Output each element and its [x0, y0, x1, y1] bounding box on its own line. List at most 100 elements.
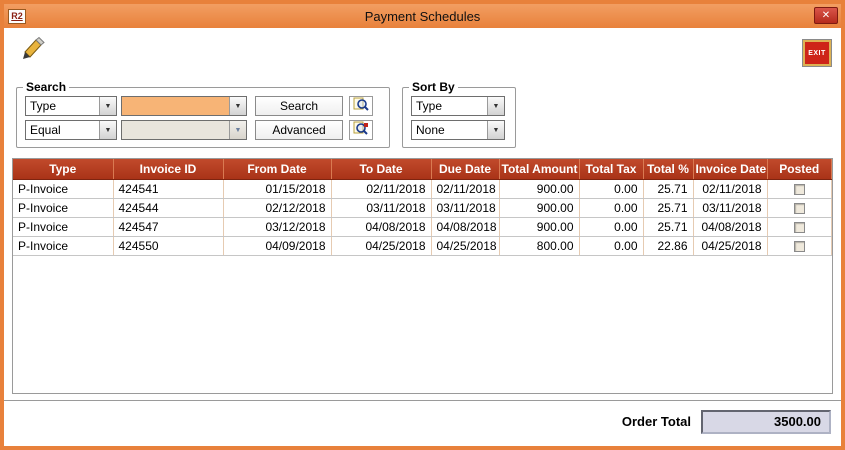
cell-posted	[767, 217, 832, 236]
cell-total_tax: 0.00	[579, 217, 643, 236]
cell-total_amount: 800.00	[499, 236, 579, 255]
cell-type: P-Invoice	[13, 198, 113, 217]
chevron-down-icon[interactable]: ▼	[99, 121, 116, 139]
search-operator-combobox[interactable]: Equal ▼	[25, 120, 117, 140]
cell-from_date: 01/15/2018	[223, 179, 331, 198]
column-header-type[interactable]: Type	[13, 159, 113, 179]
cell-due_date: 03/11/2018	[431, 198, 499, 217]
column-header-to_date[interactable]: To Date	[331, 159, 431, 179]
magnifier-icon	[353, 97, 369, 116]
column-header-total_pct[interactable]: Total %	[643, 159, 693, 179]
chevron-down-icon[interactable]: ▼	[229, 97, 246, 115]
cell-to_date: 02/11/2018	[331, 179, 431, 198]
search-groupbox: Search Type ▼ ▼ Search Equal ▼	[16, 80, 390, 148]
invoice-grid: TypeInvoice IDFrom DateTo DateDue DateTo…	[12, 158, 833, 394]
cell-to_date: 04/08/2018	[331, 217, 431, 236]
table-row[interactable]: P-Invoice42454101/15/201802/11/201802/11…	[13, 179, 832, 198]
cell-due_date: 04/25/2018	[431, 236, 499, 255]
chevron-down-icon[interactable]: ▼	[487, 97, 504, 115]
column-header-total_amount[interactable]: Total Amount	[499, 159, 579, 179]
search-operator-value-text	[122, 121, 229, 139]
invoice-table-body: P-Invoice42454101/15/201802/11/201802/11…	[13, 179, 832, 255]
search-operator-value-combobox: ▼	[121, 120, 247, 140]
cell-total_amount: 900.00	[499, 217, 579, 236]
search-button[interactable]: Search	[255, 96, 343, 116]
cell-invoice_date: 04/08/2018	[693, 217, 767, 236]
sort-primary-combobox[interactable]: Type ▼	[411, 96, 505, 116]
column-header-invoice_date[interactable]: Invoice Date	[693, 159, 767, 179]
column-header-posted[interactable]: Posted	[767, 159, 832, 179]
posted-checkbox[interactable]	[794, 222, 805, 233]
invoice-table: TypeInvoice IDFrom DateTo DateDue DateTo…	[13, 159, 832, 256]
cell-posted	[767, 236, 832, 255]
cell-type: P-Invoice	[13, 217, 113, 236]
cell-total_amount: 900.00	[499, 198, 579, 217]
advanced-magnifier-icon	[353, 121, 369, 140]
cell-invoice_id: 424547	[113, 217, 223, 236]
column-header-total_tax[interactable]: Total Tax	[579, 159, 643, 179]
column-header-due_date[interactable]: Due Date	[431, 159, 499, 179]
footer-bar: Order Total 3500.00	[4, 400, 841, 446]
cell-to_date: 03/11/2018	[331, 198, 431, 217]
cell-total_amount: 900.00	[499, 179, 579, 198]
posted-checkbox[interactable]	[794, 184, 805, 195]
search-operator-value: Equal	[26, 121, 99, 139]
advanced-button[interactable]: Advanced	[255, 120, 343, 140]
posted-checkbox[interactable]	[794, 203, 805, 214]
sortby-groupbox: Sort By Type ▼ None ▼	[402, 80, 516, 148]
window-title: Payment Schedules	[4, 9, 841, 24]
pencil-icon	[18, 48, 46, 63]
cell-from_date: 03/12/2018	[223, 217, 331, 236]
posted-checkbox[interactable]	[794, 241, 805, 252]
cell-total_pct: 25.71	[643, 179, 693, 198]
table-row[interactable]: P-Invoice42454703/12/201804/08/201804/08…	[13, 217, 832, 236]
advanced-lookup-button[interactable]	[349, 120, 373, 140]
cell-invoice_date: 02/11/2018	[693, 179, 767, 198]
search-value-combobox[interactable]: ▼	[121, 96, 247, 116]
sort-secondary-combobox[interactable]: None ▼	[411, 120, 505, 140]
sortby-legend: Sort By	[409, 80, 458, 94]
cell-posted	[767, 179, 832, 198]
search-field-value: Type	[26, 97, 99, 115]
cell-invoice_id: 424544	[113, 198, 223, 217]
cell-to_date: 04/25/2018	[331, 236, 431, 255]
search-lookup-button[interactable]	[349, 96, 373, 116]
cell-from_date: 04/09/2018	[223, 236, 331, 255]
cell-due_date: 02/11/2018	[431, 179, 499, 198]
cell-total_pct: 22.86	[643, 236, 693, 255]
order-total-label: Order Total	[622, 414, 691, 429]
cell-invoice_date: 03/11/2018	[693, 198, 767, 217]
close-button[interactable]: ✕	[814, 7, 838, 24]
column-header-invoice_id[interactable]: Invoice ID	[113, 159, 223, 179]
cell-from_date: 02/12/2018	[223, 198, 331, 217]
table-header-row: TypeInvoice IDFrom DateTo DateDue DateTo…	[13, 159, 832, 179]
chevron-down-icon: ▼	[229, 121, 246, 139]
column-header-from_date[interactable]: From Date	[223, 159, 331, 179]
cell-type: P-Invoice	[13, 179, 113, 198]
cell-total_tax: 0.00	[579, 236, 643, 255]
cell-invoice_id: 424541	[113, 179, 223, 198]
order-total-value: 3500.00	[701, 410, 831, 434]
sort-primary-value: Type	[412, 97, 487, 115]
table-row[interactable]: P-Invoice42454402/12/201803/11/201803/11…	[13, 198, 832, 217]
chevron-down-icon[interactable]: ▼	[99, 97, 116, 115]
cell-total_tax: 0.00	[579, 179, 643, 198]
cell-total_pct: 25.71	[643, 217, 693, 236]
cell-invoice_date: 04/25/2018	[693, 236, 767, 255]
exit-button[interactable]: EXIT	[803, 40, 831, 66]
cell-type: P-Invoice	[13, 236, 113, 255]
chevron-down-icon[interactable]: ▼	[487, 121, 504, 139]
edit-button[interactable]	[16, 36, 48, 62]
cell-total_pct: 25.71	[643, 198, 693, 217]
cell-invoice_id: 424550	[113, 236, 223, 255]
table-row[interactable]: P-Invoice42455004/09/201804/25/201804/25…	[13, 236, 832, 255]
search-legend: Search	[23, 80, 69, 94]
search-field-combobox[interactable]: Type ▼	[25, 96, 117, 116]
cell-due_date: 04/08/2018	[431, 217, 499, 236]
sort-secondary-value: None	[412, 121, 487, 139]
cell-posted	[767, 198, 832, 217]
cell-total_tax: 0.00	[579, 198, 643, 217]
payment-schedules-window: R2 Payment Schedules ✕ EXIT Search Type …	[0, 0, 845, 450]
search-value-text	[122, 97, 229, 115]
titlebar[interactable]: R2 Payment Schedules ✕	[4, 4, 841, 28]
